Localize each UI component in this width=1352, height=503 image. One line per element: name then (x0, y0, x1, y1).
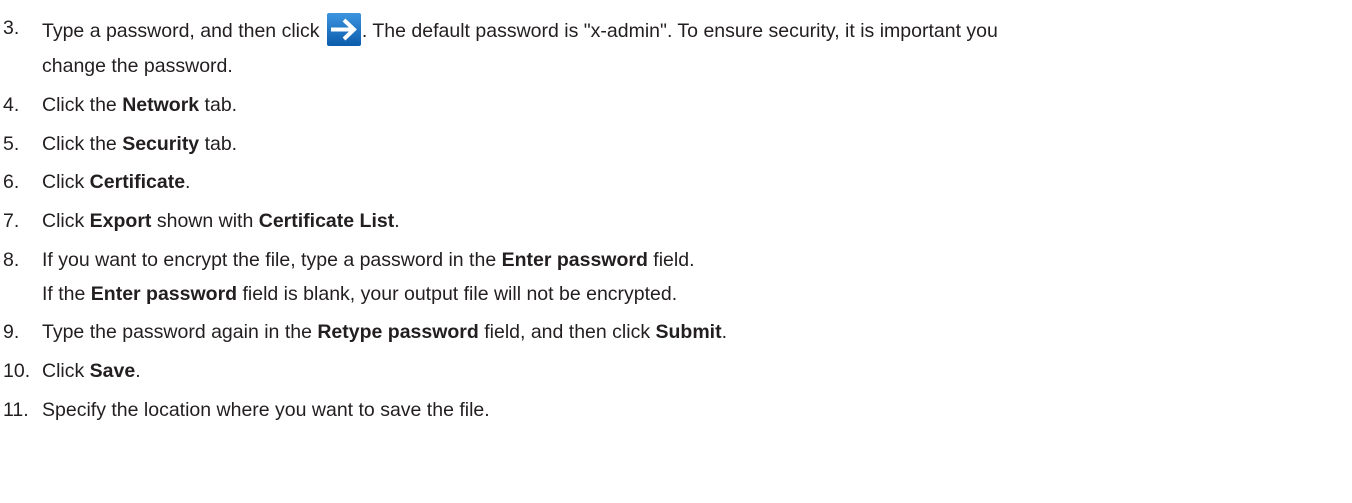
step-text: . (135, 360, 141, 382)
step-text: Type a password, and then click (42, 20, 325, 42)
step-text: . (185, 171, 191, 193)
step-text: field, and then click (478, 321, 656, 343)
step-text: shown with (151, 210, 259, 232)
step-3-line-2: change the password. (42, 55, 233, 77)
step-number: 11. (3, 399, 29, 421)
step-8-line-2: If the Enter password field is blank, yo… (42, 279, 695, 309)
step-text: Click (42, 210, 90, 232)
step-text: If the (42, 283, 91, 305)
ui-term-security: Security (122, 133, 200, 155)
step-number: 4. (3, 94, 20, 116)
ui-term-certificate-list: Certificate List (258, 210, 395, 232)
ui-term-network: Network (122, 94, 200, 116)
step-text: If you want to encrypt the file, type a … (42, 249, 502, 271)
step-text: Click (42, 360, 90, 382)
arrow-right-icon (326, 13, 361, 46)
step-text: Click the (42, 133, 123, 155)
step-text: Click (42, 171, 90, 193)
ui-term-retype-password: Retype password (317, 321, 479, 343)
ui-term-export: Export (89, 210, 152, 232)
step-text: field is blank, your output file will no… (237, 283, 678, 305)
step-text: tab. (199, 94, 238, 116)
step-text: field. (647, 249, 695, 271)
step-8-line-1: If you want to encrypt the file, type a … (42, 245, 695, 275)
step-text: Specify the location where you want to s… (42, 399, 490, 421)
step-3-line-1: Type a password, and then click . The de… (42, 13, 998, 46)
ui-term-certificate: Certificate (89, 171, 186, 193)
step-text: Type the password again in the (42, 321, 318, 343)
ui-term-save: Save (89, 360, 136, 382)
step-text: Click the (42, 94, 123, 116)
step-number: 5. (3, 133, 20, 155)
step-text: . (394, 210, 400, 232)
step-number: 8. (3, 249, 20, 271)
step-number: 6. (3, 171, 20, 193)
step-number: 9. (3, 321, 20, 343)
step-text: tab. (199, 133, 238, 155)
ui-term-enter-password: Enter password (501, 249, 648, 271)
ui-term-enter-password: Enter password (90, 283, 238, 305)
step-text: . (721, 321, 728, 343)
step-number: 10. (3, 360, 31, 382)
step-number: 7. (3, 210, 20, 232)
step-text: . The default password is "x-admin". To … (361, 20, 998, 42)
ui-term-submit: Submit (655, 321, 722, 343)
step-number: 3. (3, 17, 20, 39)
